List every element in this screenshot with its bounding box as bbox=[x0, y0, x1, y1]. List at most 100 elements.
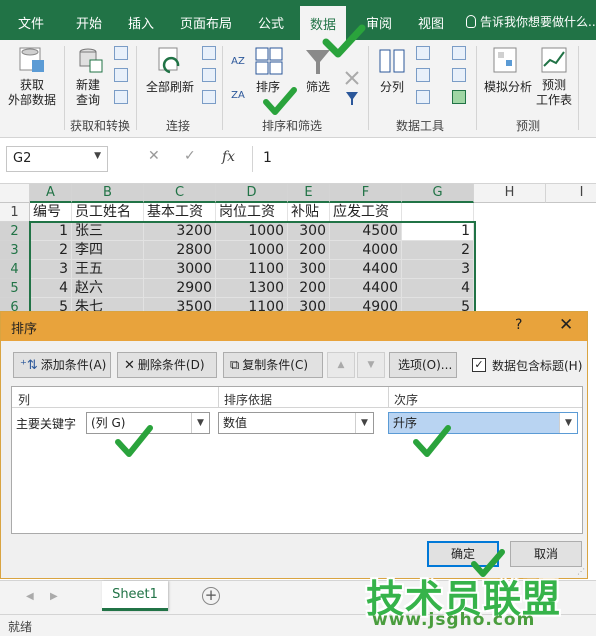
formula-input[interactable]: 1 bbox=[252, 146, 596, 172]
properties-icon[interactable] bbox=[202, 68, 216, 82]
table-cell[interactable]: 4500 bbox=[330, 222, 402, 241]
table-cell[interactable]: 2 bbox=[30, 241, 72, 260]
tab-review[interactable]: 审阅 bbox=[366, 13, 392, 32]
flash-fill-icon[interactable] bbox=[416, 46, 430, 60]
table-cell[interactable]: 3200 bbox=[144, 222, 216, 241]
data-model-icon[interactable] bbox=[452, 90, 466, 104]
sort-za-icon[interactable]: ZA bbox=[228, 88, 248, 103]
recent-sources-icon[interactable] bbox=[114, 90, 128, 104]
table-cell[interactable]: 2900 bbox=[144, 279, 216, 298]
column-header[interactable]: E bbox=[288, 184, 330, 203]
table-cell[interactable]: 3 bbox=[402, 260, 474, 279]
table-cell[interactable]: 200 bbox=[288, 279, 330, 298]
table-cell[interactable]: 1000 bbox=[216, 241, 288, 260]
table-cell[interactable]: 3000 bbox=[144, 260, 216, 279]
row-header[interactable]: 4 bbox=[0, 260, 30, 279]
column-header[interactable]: G bbox=[402, 184, 474, 203]
what-if-analysis-button[interactable]: 模拟分析 bbox=[480, 80, 536, 95]
move-down-button[interactable]: ▼ bbox=[357, 352, 385, 378]
table-cell[interactable]: 4400 bbox=[330, 260, 402, 279]
header-cell[interactable]: 员工姓名 bbox=[72, 203, 144, 222]
delete-level-button[interactable]: ✕ 删除条件(D) bbox=[117, 352, 217, 378]
table-cell[interactable]: 1100 bbox=[216, 260, 288, 279]
show-queries-icon[interactable] bbox=[114, 46, 128, 60]
tab-page-layout[interactable]: 页面布局 bbox=[180, 13, 232, 32]
new-query-button[interactable]: 新建 查询 bbox=[68, 78, 108, 108]
tab-insert[interactable]: 插入 bbox=[128, 13, 154, 32]
get-external-data-button[interactable]: 获取 外部数据 bbox=[4, 78, 60, 108]
sort-on-select[interactable]: 数值 ▼ bbox=[218, 412, 374, 434]
header-cell[interactable]: 补贴 bbox=[288, 203, 330, 222]
table-cell[interactable]: 200 bbox=[288, 241, 330, 260]
row-header[interactable]: 3 bbox=[0, 241, 30, 260]
column-header[interactable]: H bbox=[474, 184, 546, 203]
chevron-down-icon[interactable]: ▼ bbox=[94, 151, 101, 161]
cancel-icon[interactable]: ✕ bbox=[148, 148, 160, 164]
table-cell[interactable]: 1300 bbox=[216, 279, 288, 298]
name-box[interactable]: G2 ▼ bbox=[6, 146, 108, 172]
chevron-down-icon[interactable]: ▼ bbox=[191, 413, 209, 433]
table-cell[interactable]: 1 bbox=[30, 222, 72, 241]
select-all-corner[interactable] bbox=[0, 184, 30, 203]
resize-grip-icon[interactable]: ⋰ bbox=[577, 567, 585, 576]
refresh-all-button[interactable]: 全部刷新 bbox=[140, 80, 200, 95]
header-cell[interactable]: 基本工资 bbox=[144, 203, 216, 222]
table-cell[interactable] bbox=[402, 203, 474, 222]
row-header[interactable]: 5 bbox=[0, 279, 30, 298]
row-header[interactable]: 2 bbox=[0, 222, 30, 241]
table-cell[interactable]: 3 bbox=[30, 260, 72, 279]
tab-view[interactable]: 视图 bbox=[418, 13, 444, 32]
move-up-button[interactable]: ▲ bbox=[327, 352, 355, 378]
table-cell[interactable]: 4 bbox=[402, 279, 474, 298]
enter-icon[interactable]: ✓ bbox=[184, 148, 196, 164]
table-cell[interactable]: 王五 bbox=[72, 260, 144, 279]
column-header[interactable]: C bbox=[144, 184, 216, 203]
scroll-left-icon[interactable]: ◀ bbox=[26, 591, 34, 602]
table-cell[interactable]: 张三 bbox=[72, 222, 144, 241]
add-level-button[interactable]: ⁺⇅ 添加条件(A) bbox=[13, 352, 111, 378]
scroll-right-icon[interactable]: ▶ bbox=[50, 591, 58, 602]
table-cell[interactable]: 300 bbox=[288, 222, 330, 241]
sort-az-icon[interactable]: AZ bbox=[228, 54, 248, 69]
column-header[interactable]: I bbox=[546, 184, 596, 203]
text-to-columns-button[interactable]: 分列 bbox=[374, 80, 410, 95]
forecast-sheet-button[interactable]: 预测 工作表 bbox=[534, 78, 574, 108]
copy-level-button[interactable]: ⧉ 复制条件(C) bbox=[223, 352, 323, 378]
chevron-down-icon[interactable]: ▼ bbox=[559, 413, 577, 433]
table-cell[interactable]: 4 bbox=[30, 279, 72, 298]
add-sheet-icon[interactable]: + bbox=[202, 587, 220, 605]
tab-file[interactable]: 文件 bbox=[18, 13, 44, 32]
column-header[interactable]: A bbox=[30, 184, 72, 203]
sheet-tab[interactable]: Sheet1 bbox=[102, 581, 168, 611]
column-header[interactable]: F bbox=[330, 184, 402, 203]
table-cell[interactable]: 1000 bbox=[216, 222, 288, 241]
table-cell[interactable]: 4000 bbox=[330, 241, 402, 260]
row-header[interactable]: 1 bbox=[0, 203, 30, 222]
header-cell[interactable]: 岗位工资 bbox=[216, 203, 288, 222]
has-headers-checkbox[interactable]: ✓ bbox=[472, 358, 486, 372]
table-cell[interactable]: 300 bbox=[288, 260, 330, 279]
close-icon[interactable]: ✕ bbox=[559, 315, 573, 335]
column-header[interactable]: D bbox=[216, 184, 288, 203]
insert-function-icon[interactable]: fx bbox=[222, 149, 235, 165]
tab-formulas[interactable]: 公式 bbox=[258, 13, 284, 32]
relationships-icon[interactable] bbox=[452, 68, 466, 82]
tell-me-box[interactable]: 告诉我你想要做什么... bbox=[466, 13, 596, 30]
table-cell[interactable]: 2800 bbox=[144, 241, 216, 260]
from-table-icon[interactable] bbox=[114, 68, 128, 82]
column-header[interactable]: B bbox=[72, 184, 144, 203]
header-cell[interactable]: 编号 bbox=[30, 203, 72, 222]
table-cell[interactable]: 李四 bbox=[72, 241, 144, 260]
active-cell[interactable]: 1 bbox=[402, 222, 474, 241]
dialog-title-bar[interactable]: 排序 ? ✕ bbox=[1, 312, 587, 341]
chevron-down-icon[interactable]: ▼ bbox=[355, 413, 373, 433]
data-validation-icon[interactable] bbox=[416, 90, 430, 104]
remove-duplicates-icon[interactable] bbox=[416, 68, 430, 82]
tab-home[interactable]: 开始 bbox=[76, 13, 102, 32]
edit-links-icon[interactable] bbox=[202, 90, 216, 104]
table-cell[interactable]: 4400 bbox=[330, 279, 402, 298]
clear-filter-icon[interactable] bbox=[344, 70, 360, 86]
help-icon[interactable]: ? bbox=[515, 317, 522, 333]
consolidate-icon[interactable] bbox=[452, 46, 466, 60]
options-button[interactable]: 选项(O)... bbox=[389, 352, 457, 378]
